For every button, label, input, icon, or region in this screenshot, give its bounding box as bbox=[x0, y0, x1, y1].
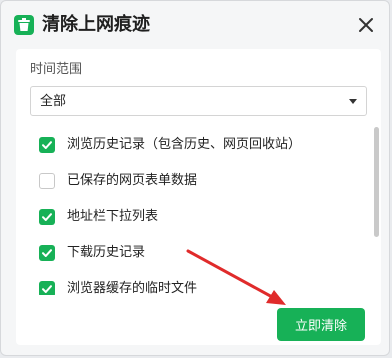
dialog-header: 清除上网痕迹 bbox=[1, 1, 389, 49]
close-icon[interactable] bbox=[357, 16, 375, 34]
options-panel: 时间范围 全部 浏览历史记录（包含历史、网页回收站） 已保存的网页表单数据 地址… bbox=[16, 49, 381, 345]
option-label: 地址栏下拉列表 bbox=[67, 209, 159, 224]
option-cache-temp-files[interactable]: 浏览器缓存的临时文件 bbox=[16, 271, 366, 295]
option-label: 浏览器缓存的临时文件 bbox=[67, 281, 198, 295]
option-saved-form-data[interactable]: 已保存的网页表单数据 bbox=[16, 163, 366, 199]
checkbox[interactable] bbox=[39, 173, 55, 189]
checkbox[interactable] bbox=[39, 137, 55, 153]
option-browsing-history[interactable]: 浏览历史记录（包含历史、网页回收站） bbox=[16, 127, 366, 163]
option-label: 已保存的网页表单数据 bbox=[67, 173, 198, 188]
caret-down-icon bbox=[349, 99, 357, 104]
clear-now-button[interactable]: 立即清除 bbox=[277, 308, 365, 341]
option-label: 浏览历史记录（包含历史、网页回收站） bbox=[67, 137, 302, 152]
time-range-label: 时间范围 bbox=[30, 62, 83, 77]
clear-options-list: 浏览历史记录（包含历史、网页回收站） 已保存的网页表单数据 地址栏下拉列表 下载… bbox=[16, 127, 381, 295]
checkbox[interactable] bbox=[39, 209, 55, 225]
checkbox[interactable] bbox=[39, 281, 55, 295]
option-download-history[interactable]: 下载历史记录 bbox=[16, 235, 366, 271]
time-range-value: 全部 bbox=[40, 94, 67, 109]
option-address-bar-dropdown[interactable]: 地址栏下拉列表 bbox=[16, 199, 366, 235]
time-range-select[interactable]: 全部 bbox=[30, 86, 367, 116]
option-label: 下载历史记录 bbox=[67, 245, 146, 260]
dialog-title: 清除上网痕迹 bbox=[42, 14, 150, 35]
checkbox[interactable] bbox=[39, 245, 55, 261]
trash-icon bbox=[14, 15, 34, 35]
clear-traces-dialog: 清除上网痕迹 时间范围 全部 浏览历史记录（包含历史、网页回收站） 已保存的网页… bbox=[0, 0, 390, 356]
list-scrollbar[interactable] bbox=[374, 127, 379, 237]
